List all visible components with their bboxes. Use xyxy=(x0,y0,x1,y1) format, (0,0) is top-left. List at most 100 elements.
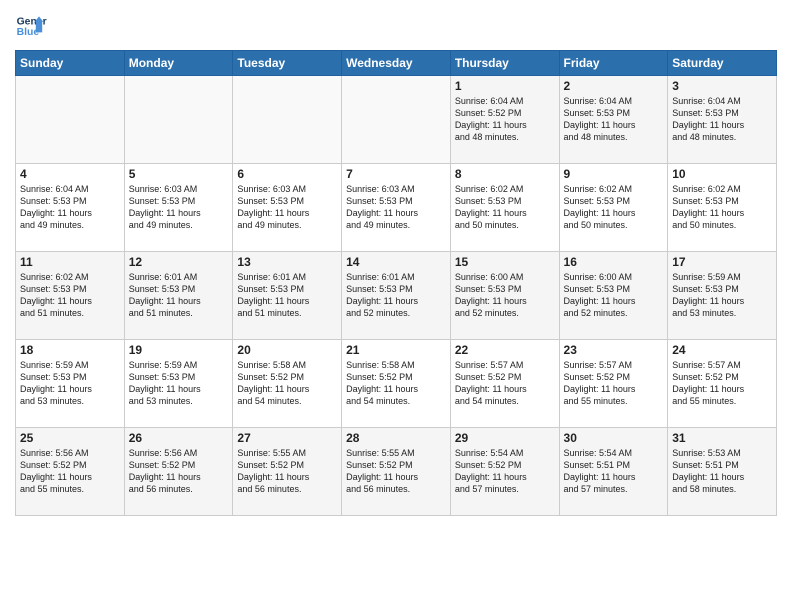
calendar-cell: 19 Sunrise: 5:59 AM Sunset: 5:53 PM Dayli… xyxy=(124,340,233,428)
cell-info: Sunrise: 5:54 AM Sunset: 5:51 PM Dayligh… xyxy=(564,447,664,496)
calendar-cell: 22 Sunrise: 5:57 AM Sunset: 5:52 PM Dayli… xyxy=(450,340,559,428)
day-number: 1 xyxy=(455,79,555,93)
calendar-cell: 23 Sunrise: 5:57 AM Sunset: 5:52 PM Dayli… xyxy=(559,340,668,428)
cell-info: Sunrise: 6:02 AM Sunset: 5:53 PM Dayligh… xyxy=(564,183,664,232)
calendar-cell: 17 Sunrise: 5:59 AM Sunset: 5:53 PM Dayli… xyxy=(668,252,777,340)
cell-info: Sunrise: 6:01 AM Sunset: 5:53 PM Dayligh… xyxy=(346,271,446,320)
logo-icon: General Blue xyxy=(15,10,47,42)
calendar-cell: 3 Sunrise: 6:04 AM Sunset: 5:53 PM Daylig… xyxy=(668,76,777,164)
cell-info: Sunrise: 5:59 AM Sunset: 5:53 PM Dayligh… xyxy=(129,359,229,408)
day-number: 21 xyxy=(346,343,446,357)
day-number: 8 xyxy=(455,167,555,181)
calendar-cell: 20 Sunrise: 5:58 AM Sunset: 5:52 PM Dayli… xyxy=(233,340,342,428)
calendar-cell: 31Sunrise: 5:53 AM Sunset: 5:51 PM Dayli… xyxy=(668,428,777,516)
day-number: 14 xyxy=(346,255,446,269)
calendar-cell: 7Sunrise: 6:03 AM Sunset: 5:53 PM Daylig… xyxy=(342,164,451,252)
cell-info: Sunrise: 5:56 AM Sunset: 5:52 PM Dayligh… xyxy=(20,447,120,496)
cell-info: Sunrise: 5:59 AM Sunset: 5:53 PM Dayligh… xyxy=(20,359,120,408)
calendar-table: SundayMondayTuesdayWednesdayThursdayFrid… xyxy=(15,50,777,516)
calendar-cell: 1 Sunrise: 6:04 AM Sunset: 5:52 PM Daylig… xyxy=(450,76,559,164)
cell-info: Sunrise: 5:58 AM Sunset: 5:52 PM Dayligh… xyxy=(237,359,337,408)
cell-info: Sunrise: 6:02 AM Sunset: 5:53 PM Dayligh… xyxy=(20,271,120,320)
day-number: 31 xyxy=(672,431,772,445)
day-number: 10 xyxy=(672,167,772,181)
day-header-sunday: Sunday xyxy=(16,51,125,76)
cell-info: Sunrise: 5:57 AM Sunset: 5:52 PM Dayligh… xyxy=(672,359,772,408)
calendar-week-3: 11 Sunrise: 6:02 AM Sunset: 5:53 PM Dayli… xyxy=(16,252,777,340)
day-number: 18 xyxy=(20,343,120,357)
calendar-week-4: 18 Sunrise: 5:59 AM Sunset: 5:53 PM Dayli… xyxy=(16,340,777,428)
day-number: 9 xyxy=(564,167,664,181)
calendar-cell: 27 Sunrise: 5:55 AM Sunset: 5:52 PM Dayli… xyxy=(233,428,342,516)
cell-info: Sunrise: 5:56 AM Sunset: 5:52 PM Dayligh… xyxy=(129,447,229,496)
day-number: 23 xyxy=(564,343,664,357)
day-number: 13 xyxy=(237,255,337,269)
day-header-friday: Friday xyxy=(559,51,668,76)
day-number: 17 xyxy=(672,255,772,269)
calendar-cell: 29 Sunrise: 5:54 AM Sunset: 5:52 PM Dayli… xyxy=(450,428,559,516)
day-number: 16 xyxy=(564,255,664,269)
day-number: 22 xyxy=(455,343,555,357)
day-header-thursday: Thursday xyxy=(450,51,559,76)
day-header-tuesday: Tuesday xyxy=(233,51,342,76)
cell-info: Sunrise: 6:03 AM Sunset: 5:53 PM Dayligh… xyxy=(237,183,337,232)
cell-info: Sunrise: 6:03 AM Sunset: 5:53 PM Dayligh… xyxy=(346,183,446,232)
cell-info: Sunrise: 5:57 AM Sunset: 5:52 PM Dayligh… xyxy=(564,359,664,408)
calendar-cell: 30 Sunrise: 5:54 AM Sunset: 5:51 PM Dayli… xyxy=(559,428,668,516)
cell-info: Sunrise: 6:04 AM Sunset: 5:53 PM Dayligh… xyxy=(672,95,772,144)
cell-info: Sunrise: 5:59 AM Sunset: 5:53 PM Dayligh… xyxy=(672,271,772,320)
day-number: 20 xyxy=(237,343,337,357)
cell-info: Sunrise: 6:02 AM Sunset: 5:53 PM Dayligh… xyxy=(672,183,772,232)
calendar-cell: 2Sunrise: 6:04 AM Sunset: 5:53 PM Daylig… xyxy=(559,76,668,164)
day-header-monday: Monday xyxy=(124,51,233,76)
day-number: 2 xyxy=(564,79,664,93)
calendar-cell: 6 Sunrise: 6:03 AM Sunset: 5:53 PM Daylig… xyxy=(233,164,342,252)
calendar-cell: 24Sunrise: 5:57 AM Sunset: 5:52 PM Dayli… xyxy=(668,340,777,428)
day-number: 27 xyxy=(237,431,337,445)
header: General Blue xyxy=(15,10,777,42)
day-number: 19 xyxy=(129,343,229,357)
calendar-cell: 14 Sunrise: 6:01 AM Sunset: 5:53 PM Dayli… xyxy=(342,252,451,340)
day-number: 3 xyxy=(672,79,772,93)
cell-info: Sunrise: 5:54 AM Sunset: 5:52 PM Dayligh… xyxy=(455,447,555,496)
calendar-cell: 9 Sunrise: 6:02 AM Sunset: 5:53 PM Daylig… xyxy=(559,164,668,252)
day-number: 5 xyxy=(129,167,229,181)
calendar-cell: 21 Sunrise: 5:58 AM Sunset: 5:52 PM Dayli… xyxy=(342,340,451,428)
calendar-cell: 12Sunrise: 6:01 AM Sunset: 5:53 PM Dayli… xyxy=(124,252,233,340)
calendar-cell: 5 Sunrise: 6:03 AM Sunset: 5:53 PM Daylig… xyxy=(124,164,233,252)
calendar-cell: 28 Sunrise: 5:55 AM Sunset: 5:52 PM Dayli… xyxy=(342,428,451,516)
day-number: 6 xyxy=(237,167,337,181)
cell-info: Sunrise: 6:04 AM Sunset: 5:52 PM Dayligh… xyxy=(455,95,555,144)
cell-info: Sunrise: 6:00 AM Sunset: 5:53 PM Dayligh… xyxy=(455,271,555,320)
calendar-header-row: SundayMondayTuesdayWednesdayThursdayFrid… xyxy=(16,51,777,76)
calendar-cell: 25Sunrise: 5:56 AM Sunset: 5:52 PM Dayli… xyxy=(16,428,125,516)
day-number: 28 xyxy=(346,431,446,445)
day-number: 11 xyxy=(20,255,120,269)
calendar-week-1: 1 Sunrise: 6:04 AM Sunset: 5:52 PM Daylig… xyxy=(16,76,777,164)
calendar-cell: 15 Sunrise: 6:00 AM Sunset: 5:53 PM Dayli… xyxy=(450,252,559,340)
calendar-cell: 26Sunrise: 5:56 AM Sunset: 5:52 PM Dayli… xyxy=(124,428,233,516)
day-number: 15 xyxy=(455,255,555,269)
calendar-cell: 13 Sunrise: 6:01 AM Sunset: 5:53 PM Dayli… xyxy=(233,252,342,340)
calendar-week-5: 25Sunrise: 5:56 AM Sunset: 5:52 PM Dayli… xyxy=(16,428,777,516)
day-number: 4 xyxy=(20,167,120,181)
calendar-cell: 18 Sunrise: 5:59 AM Sunset: 5:53 PM Dayli… xyxy=(16,340,125,428)
calendar-cell xyxy=(124,76,233,164)
calendar-body: 1 Sunrise: 6:04 AM Sunset: 5:52 PM Daylig… xyxy=(16,76,777,516)
calendar-cell xyxy=(342,76,451,164)
calendar-cell: 8 Sunrise: 6:02 AM Sunset: 5:53 PM Daylig… xyxy=(450,164,559,252)
calendar-cell xyxy=(16,76,125,164)
cell-info: Sunrise: 5:55 AM Sunset: 5:52 PM Dayligh… xyxy=(346,447,446,496)
cell-info: Sunrise: 5:57 AM Sunset: 5:52 PM Dayligh… xyxy=(455,359,555,408)
calendar-cell: 16Sunrise: 6:00 AM Sunset: 5:53 PM Dayli… xyxy=(559,252,668,340)
day-number: 29 xyxy=(455,431,555,445)
cell-info: Sunrise: 6:03 AM Sunset: 5:53 PM Dayligh… xyxy=(129,183,229,232)
cell-info: Sunrise: 5:58 AM Sunset: 5:52 PM Dayligh… xyxy=(346,359,446,408)
calendar-cell: 4Sunrise: 6:04 AM Sunset: 5:53 PM Daylig… xyxy=(16,164,125,252)
day-header-saturday: Saturday xyxy=(668,51,777,76)
cell-info: Sunrise: 6:01 AM Sunset: 5:53 PM Dayligh… xyxy=(237,271,337,320)
cell-info: Sunrise: 6:02 AM Sunset: 5:53 PM Dayligh… xyxy=(455,183,555,232)
cell-info: Sunrise: 5:55 AM Sunset: 5:52 PM Dayligh… xyxy=(237,447,337,496)
day-number: 30 xyxy=(564,431,664,445)
page: General Blue SundayMondayTuesdayWednesda… xyxy=(0,0,792,612)
